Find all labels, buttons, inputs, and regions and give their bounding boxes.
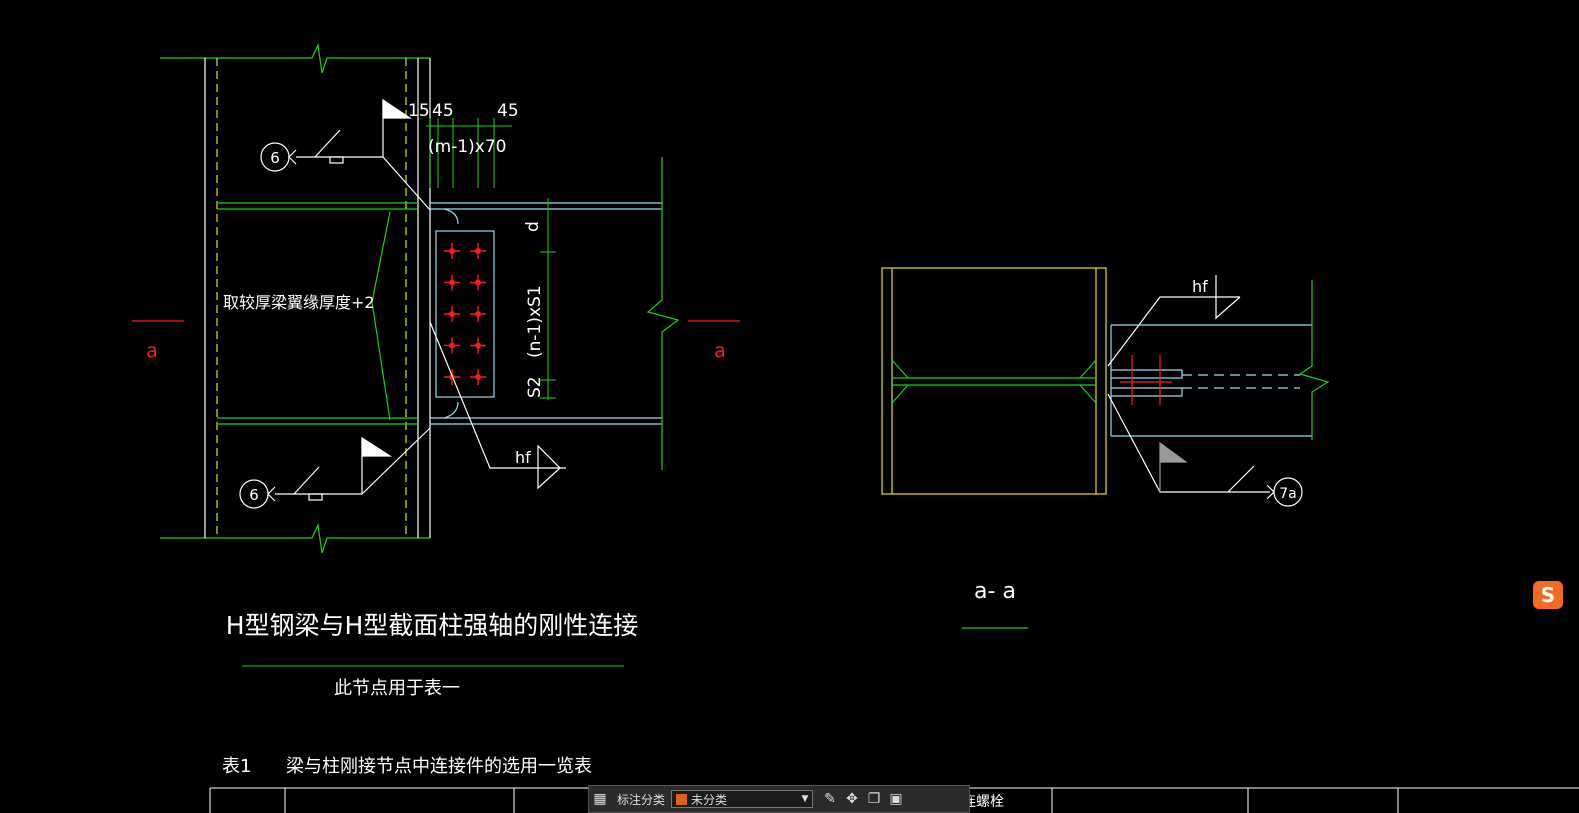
bolt-center — [475, 279, 481, 286]
bolt-center — [475, 342, 481, 349]
section-view-label: a- a — [974, 579, 1016, 604]
beam-elevation — [430, 157, 680, 470]
bolt-center — [449, 248, 455, 254]
paste-icon[interactable]: ▣ — [885, 789, 907, 809]
ime-logo-letter: S — [1540, 583, 1556, 607]
dim-45-left: 45 — [432, 101, 454, 121]
bolt-center — [449, 342, 455, 349]
bolt-center — [475, 248, 481, 254]
bolt-group — [444, 243, 486, 385]
section-mark-left: a — [146, 340, 158, 362]
dim-n-s1: (n-1)xS1 — [525, 285, 545, 358]
table-caption-number: 表1 — [222, 756, 251, 777]
drawing-title: H型钢梁与H型截面柱强轴的刚性连接 — [226, 611, 639, 640]
drawing-subtitle: 此节点用于表一 — [334, 678, 460, 699]
bolt-center — [475, 374, 481, 380]
weld-ref-bottom: 6 — [249, 486, 259, 504]
dim-45-right: 45 — [497, 101, 519, 121]
dim-m70: (m-1)x70 — [428, 137, 506, 157]
annotation-category-dropdown[interactable]: 未分类 ▼ — [671, 790, 814, 808]
dropdown-value: 未分类 — [691, 792, 728, 807]
move-icon[interactable]: ✥ — [841, 789, 863, 809]
weld-size-section: hf — [1192, 277, 1208, 296]
weld-size-main: hf — [515, 448, 531, 467]
chevron-down-icon: ▼ — [801, 794, 809, 804]
weld-ref-section: 7a — [1279, 486, 1297, 502]
cad-drawing-canvas[interactable]: 15 45 45 (m-1)x70 d (n-1)xS1 S2 取较厚梁翼缘厚度… — [0, 0, 1579, 813]
copy-icon[interactable]: ❐ — [863, 789, 885, 809]
dim-15: 15 — [408, 101, 430, 121]
section-mark-right: a — [714, 340, 726, 362]
weld-ref-top: 6 — [270, 149, 280, 167]
bolt-center — [449, 279, 455, 286]
edit-icon[interactable]: ✎ — [819, 789, 841, 809]
ime-logo-icon[interactable]: S — [1533, 581, 1563, 609]
dim-s2: S2 — [525, 376, 545, 398]
grid-icon[interactable]: ▦ — [589, 789, 611, 809]
note-flange-thickness: 取较厚梁翼缘厚度+2 — [223, 293, 375, 312]
annotation-toolbar: ▦ 标注分类 未分类 ▼ ✎ ✥ ❐ ▣ — [588, 785, 970, 813]
section-view — [881, 267, 1330, 629]
annotation-category-label: 标注分类 — [617, 792, 666, 807]
category-color-swatch — [676, 793, 688, 805]
bolt-center — [475, 311, 481, 317]
dim-d: d — [523, 221, 543, 232]
table-caption: 梁与柱刚接节点中连接件的选用一览表 — [286, 756, 592, 777]
bolt-center — [449, 311, 455, 317]
